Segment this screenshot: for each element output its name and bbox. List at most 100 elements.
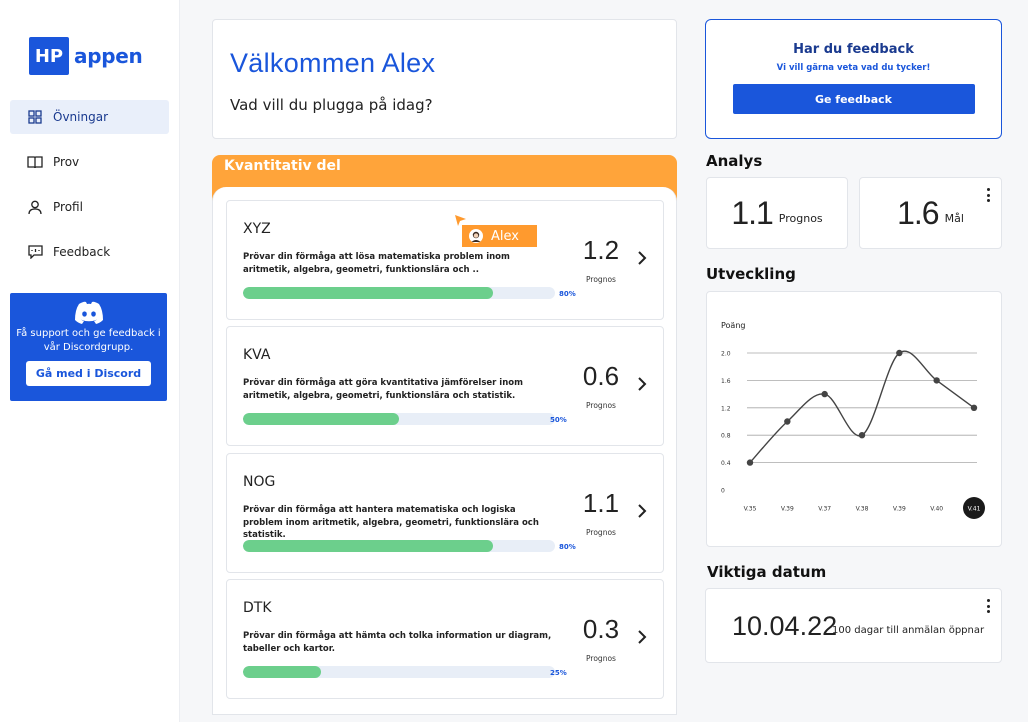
score-value: 0.3: [582, 614, 620, 644]
score-value: 1.1: [582, 488, 620, 518]
date-card: 10.04.22 100 dagar till anmälan öppnar: [705, 588, 1002, 663]
y-tick-label: 1.6: [721, 378, 731, 385]
score-value: 0.6: [582, 361, 620, 391]
discord-text: Få support och ge feedback i vår Discord…: [16, 328, 161, 353]
data-point: [896, 349, 903, 357]
y-tick-label: 0.4: [721, 460, 731, 467]
mal-label: Mål: [944, 211, 964, 225]
feedback-title: Har du feedback: [793, 42, 914, 57]
sidebar-item-label: Profil: [53, 200, 83, 214]
prognos-label: Prognos: [778, 211, 823, 225]
date-note: 100 dagar till anmälan öppnar: [832, 625, 985, 636]
prognos-stat: 1.1 Prognos: [706, 177, 848, 249]
cursor-name: Alex: [491, 228, 519, 244]
card-title: KVA: [243, 347, 271, 363]
progress-fill: [243, 287, 493, 299]
progress-bar: [243, 540, 555, 552]
sidebar-item-label: Prov: [53, 155, 80, 169]
page-title: Välkommen Alex: [230, 48, 436, 78]
card-description: Prövar din förmåga att lösa matematiska …: [243, 252, 510, 275]
analys-title: Analys: [706, 152, 763, 170]
data-point: [933, 377, 940, 384]
discord-icon: [10, 301, 167, 325]
progress-percent: 80%: [559, 543, 576, 551]
y-tick-label: 1.2: [721, 405, 731, 412]
user-icon: [27, 199, 43, 215]
cursor-name-tag: Alex: [462, 225, 537, 247]
line-chart: Poäng 0 0.4 0.8 1.2 1.6 2.0 V.35 V.39 V.37 V.38 V.3…: [721, 321, 985, 519]
mal-stat: 1.6 Mål: [859, 177, 1002, 249]
logo[interactable]: HP appen: [29, 37, 143, 75]
data-point: [858, 432, 866, 439]
more-options-icon[interactable]: [986, 188, 990, 202]
progress-percent: 80%: [559, 290, 576, 298]
progress-bar: [243, 413, 555, 425]
score-label: Prognos: [586, 654, 616, 663]
date-value: 10.04.22: [732, 611, 838, 641]
progress-chart: Poäng 0 0.4 0.8 1.2 1.6 2.0 V.35 V.39 V.37 V.38 V.3…: [706, 291, 1002, 547]
message-icon: [27, 244, 43, 260]
y-tick-label: 0.8: [721, 433, 731, 440]
y-tick-label: 2.0: [721, 351, 731, 358]
quant-card-list: XYZ Prövar din förmåga att lösa matemati…: [212, 187, 677, 715]
card-title: NOG: [243, 474, 276, 490]
join-discord-button[interactable]: Gå med i Discord: [25, 361, 152, 386]
progress-percent: 50%: [550, 416, 567, 424]
card-description: Prövar din förmåga att hantera matematis…: [243, 505, 539, 540]
chevron-right-icon[interactable]: [635, 249, 649, 267]
exercise-card-dtk[interactable]: DTK Prövar din förmåga att hämta och tol…: [226, 579, 664, 699]
x-tick-label: V.41: [968, 506, 981, 513]
score-label: Prognos: [586, 528, 616, 537]
give-feedback-button[interactable]: Ge feedback: [732, 84, 975, 114]
sidebar-item-feedback[interactable]: Feedback: [10, 235, 169, 269]
sidebar-item-profil[interactable]: Profil: [10, 190, 169, 224]
exercise-card-nog[interactable]: NOG Prövar din förmåga att hantera matem…: [226, 453, 664, 573]
utveckling-title: Utveckling: [706, 265, 796, 283]
sidebar-item-label: Feedback: [53, 245, 111, 259]
chevron-right-icon[interactable]: [635, 502, 649, 520]
x-tick-label: V.35: [744, 506, 757, 513]
exercise-card-xyz[interactable]: XYZ Prövar din förmåga att lösa matemati…: [226, 200, 664, 320]
series-line: [749, 350, 975, 464]
sidebar-item-ovningar[interactable]: Övningar: [10, 100, 169, 134]
logo-text: appen: [74, 44, 143, 68]
x-tick-label: V.39: [781, 506, 794, 513]
data-point: [746, 459, 754, 466]
feedback-card: Har du feedback Vi vill gärna veta vad d…: [705, 19, 1002, 139]
quant-section-title: Kvantitativ del: [224, 158, 341, 174]
discord-panel: Få support och ge feedback i vår Discord…: [10, 293, 167, 401]
more-options-icon[interactable]: [986, 599, 990, 613]
data-point: [970, 404, 978, 411]
x-tick-label: V.40: [930, 506, 943, 513]
quant-section: Kvantitativ del XYZ Prövar din förmåga a…: [212, 155, 677, 715]
chevron-right-icon[interactable]: [635, 628, 649, 646]
data-point: [821, 390, 828, 398]
welcome-subtitle: Vad vill du plugga på idag?: [230, 96, 433, 114]
chevron-right-icon[interactable]: [635, 375, 649, 393]
sidebar-item-label: Övningar: [53, 110, 108, 124]
x-tick-label: V.38: [856, 506, 869, 513]
welcome-card: Välkommen Alex Vad vill du plugga på ida…: [212, 19, 677, 139]
y-tick-label: 0: [721, 488, 725, 495]
prognos-value: 1.1: [731, 194, 773, 231]
y-axis-label: Poäng: [721, 321, 745, 330]
score-value: 1.2: [582, 235, 620, 265]
progress-percent: 25%: [550, 669, 567, 677]
logo-badge: HP: [29, 37, 69, 75]
datum-title: Viktiga datum: [707, 563, 827, 581]
score-label: Prognos: [586, 401, 616, 410]
card-title: DTK: [243, 600, 272, 616]
sidebar: HP appen Övningar Prov Profil Feedback F…: [0, 0, 180, 722]
progress-fill: [243, 413, 399, 425]
score-label: Prognos: [586, 275, 616, 284]
sidebar-item-prov[interactable]: Prov: [10, 145, 169, 179]
data-point: [784, 418, 791, 425]
progress-fill: [243, 666, 321, 678]
x-tick-label: V.37: [818, 506, 831, 513]
card-description: Prövar din förmåga att göra kvantitativa…: [243, 378, 523, 401]
progress-bar: [243, 287, 555, 299]
mal-value: 1.6: [897, 194, 939, 231]
exercise-card-kva[interactable]: KVA Prövar din förmåga att göra kvantita…: [226, 326, 664, 446]
card-title: XYZ: [243, 221, 271, 237]
sidebar-nav: Övningar Prov Profil Feedback: [10, 100, 169, 280]
